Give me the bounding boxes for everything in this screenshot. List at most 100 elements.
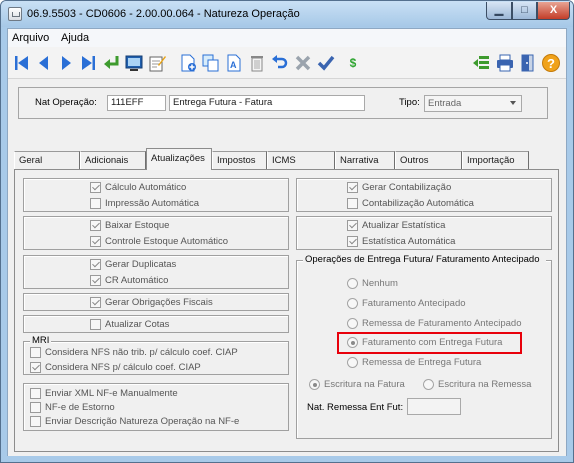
controle-estoque-checkbox[interactable]: Controle Estoque Automático (90, 236, 228, 247)
remessa-entrega-futura-label: Remessa de Entrega Futura (362, 357, 482, 368)
text-edit-icon: A (227, 54, 241, 72)
tab-icms[interactable]: ICMS (267, 151, 335, 169)
checkbox-checked (347, 182, 358, 193)
gerar-contabilizacao-checkbox[interactable]: Gerar Contabilização (347, 182, 451, 193)
checkbox-checked (347, 220, 358, 231)
checkbox-checked (90, 259, 101, 270)
edit-icon (149, 56, 166, 72)
impressao-automatica-checkbox[interactable]: Impressão Automática (90, 198, 199, 209)
menu-ajuda[interactable]: Ajuda (61, 32, 89, 44)
close-button[interactable]: X (537, 2, 570, 20)
faturamento-antecipado-radio[interactable]: Faturamento Antecipado (347, 298, 466, 309)
contabilizacao-automatica-checkbox[interactable]: Contabilização Automática (347, 198, 474, 209)
cancel-button[interactable] (292, 52, 314, 74)
escritura-remessa-label: Escritura na Remessa (438, 379, 532, 390)
screen-button[interactable] (123, 52, 145, 74)
enviar-xml-checkbox[interactable]: Enviar XML NF-e Manualmente (30, 388, 178, 399)
exit-icon (521, 54, 534, 72)
tab-atualizacoes[interactable]: Atualizações (146, 148, 212, 170)
currency-button[interactable]: $ (342, 52, 364, 74)
nenhum-radio[interactable]: Nenhum (347, 278, 398, 289)
help-button[interactable]: ? (540, 52, 562, 74)
calculo-automatico-checkbox[interactable]: Cálculo Automático (90, 182, 186, 193)
next-record-button[interactable] (55, 52, 77, 74)
undo-button[interactable] (269, 52, 291, 74)
tipo-select[interactable]: Entrada (424, 95, 522, 112)
menu-arquivo[interactable]: Arquivo (12, 32, 49, 44)
new-button[interactable] (177, 52, 199, 74)
confirm-icon (317, 55, 335, 71)
minimize-button[interactable]: ▁ (486, 2, 512, 20)
copy-button[interactable] (200, 52, 222, 74)
escritura-remessa-radio[interactable]: Escritura na Remessa (423, 379, 531, 390)
estatistica-automatica-label: Estatística Automática (362, 236, 456, 247)
tab-importacao[interactable]: Importação (462, 151, 529, 169)
atualizar-cotas-checkbox[interactable]: Atualizar Cotas (90, 319, 169, 330)
grid-button[interactable] (470, 52, 492, 74)
text-edit-button[interactable]: A (223, 52, 245, 74)
checkbox (347, 198, 358, 209)
contabilizacao-automatica-label: Contabilização Automática (362, 198, 474, 209)
gerar-contabilizacao-label: Gerar Contabilização (362, 182, 452, 193)
menu-bar: Arquivo Ajuda (8, 29, 566, 47)
atualizar-cotas-label: Atualizar Cotas (105, 319, 170, 330)
nat-operacao-code-field[interactable]: 111EFF (107, 95, 166, 111)
nat-operacao-desc-field[interactable]: Entrega Futura - Fatura (169, 95, 365, 111)
entrega-futura-group-title: Operações de Entrega Futura/ Faturamento… (303, 254, 546, 265)
enviar-descricao-label: Enviar Descrição Natureza Operação na NF… (45, 416, 240, 427)
mri-nfs-nao-trib-checkbox[interactable]: Considera NFS não trib. p/ cálculo coef.… (30, 347, 238, 358)
print-button[interactable] (494, 52, 516, 74)
faturamento-entrega-futura-radio[interactable]: Faturamento com Entrega Futura (347, 337, 502, 348)
atualizar-estatistica-checkbox[interactable]: Atualizar Estatística (347, 220, 445, 231)
mri-group-title: MRI (30, 335, 52, 346)
tipo-label: Tipo: (399, 97, 420, 108)
nfe-estorno-checkbox[interactable]: NF-e de Estorno (30, 402, 115, 413)
tab-narrativa[interactable]: Narrativa (335, 151, 395, 169)
nat-remessa-field[interactable] (407, 398, 461, 415)
screen-icon (125, 55, 143, 71)
radio (347, 318, 358, 329)
remessa-faturamento-antecipado-radio[interactable]: Remessa de Faturamento Antecipado (347, 318, 521, 329)
baixar-estoque-label: Baixar Estoque (105, 220, 170, 231)
baixar-estoque-checkbox[interactable]: Baixar Estoque (90, 220, 169, 231)
controle-estoque-label: Controle Estoque Automático (105, 236, 229, 247)
maximize-button[interactable]: □ (512, 2, 537, 20)
enviar-descricao-checkbox[interactable]: Enviar Descrição Natureza Operação na NF… (30, 416, 239, 427)
radio-selected (347, 337, 358, 348)
obrigacoes-group: Gerar Obrigações Fiscais (23, 293, 289, 311)
tab-geral[interactable]: Geral (14, 151, 80, 169)
estatistica-automatica-checkbox[interactable]: Estatística Automática (347, 236, 455, 247)
checkbox (90, 319, 101, 330)
last-record-button[interactable] (77, 52, 99, 74)
mri-nfs-checkbox[interactable]: Considera NFS p/ cálculo coef. CIAP (30, 362, 201, 373)
return-button[interactable] (101, 52, 123, 74)
tab-adicionais[interactable]: Adicionais (80, 151, 146, 169)
cr-automatico-checkbox[interactable]: CR Automático (90, 275, 168, 286)
atualizar-estatistica-label: Atualizar Estatística (362, 220, 446, 231)
gerar-obrigacoes-checkbox[interactable]: Gerar Obrigações Fiscais (90, 297, 213, 308)
checkbox (30, 416, 41, 427)
first-record-button[interactable] (11, 52, 33, 74)
mri-nfs-nao-trib-label: Considera NFS não trib. p/ cálculo coef.… (45, 347, 238, 358)
tab-impostos[interactable]: Impostos (212, 151, 267, 169)
tab-panel-atualizacoes: Cálculo Automático Impressão Automática … (14, 169, 559, 452)
previous-record-button[interactable] (33, 52, 55, 74)
checkbox (30, 388, 41, 399)
faturamento-antecipado-label: Faturamento Antecipado (362, 298, 466, 309)
confirm-button[interactable] (315, 52, 337, 74)
delete-button[interactable] (246, 52, 268, 74)
checkbox (30, 347, 41, 358)
remessa-entrega-futura-radio[interactable]: Remessa de Entrega Futura (347, 357, 481, 368)
gerar-obrigacoes-label: Gerar Obrigações Fiscais (105, 297, 213, 308)
checkbox-checked (347, 236, 358, 247)
escritura-fatura-radio[interactable]: Escritura na Fatura (309, 379, 405, 390)
checkbox (90, 198, 101, 209)
tab-outros[interactable]: Outros (395, 151, 462, 169)
mri-nfs-label: Considera NFS p/ cálculo coef. CIAP (45, 362, 201, 373)
title-bar[interactable]: 06.9.5503 - CD0606 - 2.00.00.064 - Natur… (1, 1, 573, 27)
calculo-automatico-label: Cálculo Automático (105, 182, 187, 193)
gerar-duplicatas-checkbox[interactable]: Gerar Duplicatas (90, 259, 176, 270)
exit-button[interactable] (517, 52, 539, 74)
edit-button[interactable] (146, 52, 168, 74)
checkbox-checked (30, 362, 41, 373)
